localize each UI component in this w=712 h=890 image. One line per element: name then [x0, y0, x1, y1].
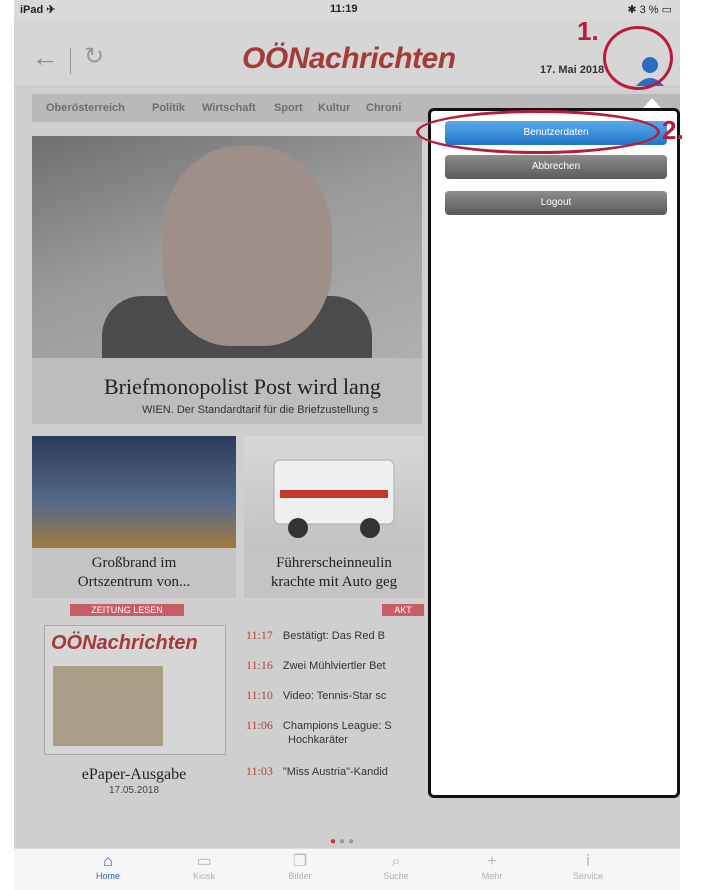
- epaper-date: 17.05.2018: [108, 785, 160, 796]
- category-wirtschaft[interactable]: Wirtschaft: [202, 102, 256, 114]
- tab-home[interactable]: ⌂ Home: [78, 853, 138, 881]
- home-icon: ⌂: [103, 853, 113, 870]
- news-item[interactable]: 11:06 Champions League: S Hochkaräter: [246, 718, 392, 747]
- tab-kiosk[interactable]: ▭ Kiosk: [174, 853, 234, 881]
- reload-icon[interactable]: ↻: [84, 42, 104, 72]
- battery-indicator: ✱ 3 % ▭: [627, 4, 672, 16]
- article-card[interactable]: Führerscheinneulin krachte mit Auto geg: [244, 436, 424, 598]
- tab-label: Bilder: [288, 871, 312, 881]
- aktuell-tag[interactable]: AKT: [382, 604, 424, 616]
- tab-label: Mehr: [481, 871, 503, 881]
- hero-subtitle: WIEN. Der Standardtarif für die Briefzus…: [142, 404, 378, 416]
- category-sport[interactable]: Sport: [274, 102, 303, 114]
- hero-image[interactable]: [32, 136, 422, 376]
- tab-label: Suche: [383, 871, 409, 881]
- news-text-line2: Hochkaräter: [288, 734, 348, 746]
- news-item[interactable]: 11:03 "Miss Austria"-Kandid: [246, 764, 388, 779]
- account-popover: Benutzerdaten Abbrechen Logout: [428, 108, 680, 798]
- news-item[interactable]: 11:10 Video: Tennis-Star sc: [246, 688, 386, 703]
- category-oberoesterreich[interactable]: Oberösterreich: [46, 102, 125, 114]
- carrier-label: iPad ✈: [20, 4, 56, 16]
- news-time: 11:16: [246, 658, 273, 672]
- epaper-cover[interactable]: OÖNachrichten: [44, 625, 226, 755]
- abbrechen-button[interactable]: Abbrechen: [445, 155, 667, 179]
- annotation-oval-benutzerdaten: [416, 110, 660, 154]
- search-icon: ⌕: [391, 853, 401, 870]
- article-card[interactable]: Großbrand im Ortszentrum von...: [32, 436, 236, 598]
- header-divider: [70, 48, 71, 74]
- hero-headline[interactable]: Briefmonopolist Post wird lang WIEN. Der…: [32, 358, 422, 424]
- plus-icon: +: [487, 853, 497, 870]
- tab-label: Service: [572, 871, 603, 881]
- hero-title: Briefmonopolist Post wird lang: [104, 374, 381, 399]
- category-kultur[interactable]: Kultur: [318, 102, 350, 114]
- logout-button[interactable]: Logout: [445, 191, 667, 215]
- page-indicator: ●●●: [330, 836, 358, 847]
- site-logo[interactable]: OÖNachrichten: [242, 42, 456, 76]
- category-chronik[interactable]: Chroni: [366, 102, 401, 114]
- news-text: Video: Tennis-Star sc: [282, 690, 387, 702]
- clock: 11:19: [330, 3, 358, 15]
- tab-service[interactable]: ⅰ Service: [558, 853, 618, 881]
- kiosk-icon: ▭: [196, 853, 212, 870]
- annotation-step1: 1.: [577, 16, 599, 46]
- news-item[interactable]: 11:16 Zwei Mühlviertler Bet: [246, 658, 386, 673]
- card-title-line2: Ortszentrum von...: [77, 574, 191, 590]
- gallery-icon: ❐: [292, 853, 308, 870]
- annotation-step2: 2.: [662, 115, 684, 145]
- epaper-logo: OÖNachrichten: [51, 632, 198, 654]
- card-title-line1: Führerscheinneulin: [276, 555, 392, 571]
- news-time: 11:06: [246, 718, 273, 732]
- news-text: Champions League: S: [282, 720, 392, 732]
- category-politik[interactable]: Politik: [152, 102, 185, 114]
- epaper-cover-image: [53, 666, 163, 746]
- epaper-title[interactable]: ePaper-Ausgabe: [44, 766, 224, 784]
- article-image-ambulance: [244, 436, 424, 548]
- news-time: 11:17: [246, 628, 273, 642]
- zeitung-lesen-tag[interactable]: ZEITUNG LESEN: [70, 604, 184, 616]
- news-text: "Miss Austria"-Kandid: [282, 766, 388, 778]
- hero-figure-head: [162, 146, 332, 346]
- tab-label: Home: [95, 871, 120, 881]
- news-item[interactable]: 11:17 Bestätigt: Das Red B: [246, 628, 385, 643]
- header-date: 17. Mai 2018: [540, 64, 605, 76]
- card-title-line2: krachte mit Auto geg: [270, 574, 398, 590]
- annotation-circle-user: [603, 26, 673, 90]
- tab-mehr[interactable]: + Mehr: [462, 853, 522, 881]
- news-text: Zwei Mühlviertler Bet: [282, 660, 386, 672]
- info-icon: ⅰ: [585, 853, 591, 870]
- popover-arrow: [643, 98, 661, 108]
- tab-suche[interactable]: ⌕ Suche: [366, 853, 426, 881]
- card-title-line1: Großbrand im: [91, 555, 177, 571]
- tab-label: Kiosk: [192, 871, 215, 881]
- tab-bilder[interactable]: ❐ Bilder: [270, 853, 330, 881]
- article-image-fire: [32, 436, 236, 548]
- news-time: 11:03: [246, 764, 273, 778]
- tab-bar: ⌂ Home ▭ Kiosk ❐ Bilder ⌕ Suche + Mehr ⅰ…: [14, 848, 680, 890]
- back-arrow-icon[interactable]: ←: [32, 42, 58, 72]
- news-text: Bestätigt: Das Red B: [282, 630, 385, 642]
- news-time: 11:10: [246, 688, 273, 702]
